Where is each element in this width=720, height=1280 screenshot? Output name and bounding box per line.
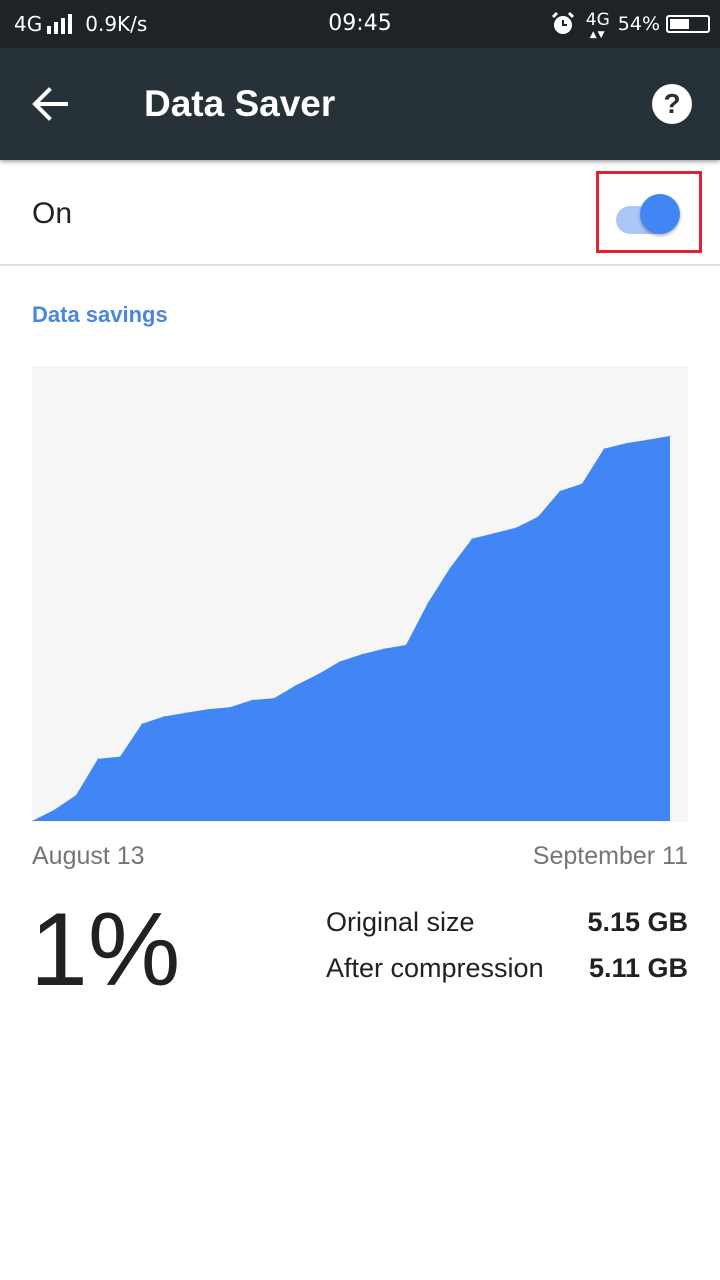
status-right: 4G ▲▼ 54%: [550, 0, 710, 48]
app-bar: Data Saver ?: [0, 48, 720, 160]
data-point-21: [493, 532, 495, 534]
svg-text:?: ?: [663, 88, 680, 119]
data-point-3: [97, 758, 99, 760]
data-point-8: [207, 708, 209, 710]
network-type-right: 4G: [585, 9, 610, 30]
battery-level: [670, 19, 689, 29]
data-point-22: [515, 527, 517, 529]
chart-end-date: September 11: [532, 842, 688, 870]
data-point-13: [317, 673, 319, 675]
data-point-27: [625, 442, 627, 444]
data-saver-switch[interactable]: [616, 194, 686, 234]
data-point-2: [75, 794, 77, 796]
data-point-11: [273, 697, 275, 699]
data-point-4: [119, 756, 121, 758]
section-title: Data savings: [32, 302, 168, 327]
data-point-14: [339, 661, 341, 662]
data-point-1: [53, 809, 55, 811]
original-size-label: Original size: [326, 907, 475, 937]
savings-percent: 1%: [30, 892, 181, 1008]
data-arrows-icon: 4G ▲▼: [585, 9, 610, 40]
back-arrow-icon[interactable]: [22, 76, 78, 132]
switch-thumb: [640, 194, 680, 234]
data-savings-chart: [32, 366, 688, 822]
toggle-label: On: [32, 197, 73, 230]
after-compression-value: 5.11 GB: [588, 953, 688, 983]
data-point-24: [559, 490, 561, 492]
alarm-icon: [551, 11, 574, 34]
data-point-5: [141, 723, 143, 725]
data-point-25: [581, 483, 583, 485]
battery-percent: 54%: [617, 13, 660, 35]
data-point-9: [229, 706, 231, 708]
data-point-28: [647, 439, 649, 441]
help-icon[interactable]: ?: [648, 80, 696, 128]
data-point-16: [383, 648, 385, 650]
data-point-12: [295, 684, 297, 686]
status-bar: 4G 0.9K/s 09:45 4G ▲▼ 54%: [0, 0, 720, 48]
original-size-value: 5.15 GB: [587, 907, 688, 937]
data-point-29: [669, 435, 671, 437]
chart-start-date: August 13: [32, 842, 145, 870]
data-point-26: [603, 448, 605, 450]
page-title: Data Saver: [144, 83, 336, 124]
data-point-15: [361, 653, 363, 655]
data-point-19: [449, 567, 451, 569]
data-point-23: [537, 516, 539, 518]
data-point-10: [251, 699, 253, 701]
after-compression-label: After compression: [326, 953, 544, 983]
data-point-6: [163, 716, 165, 717]
data-point-18: [427, 602, 429, 604]
data-point-17: [405, 644, 407, 646]
data-point-7: [185, 712, 187, 714]
data-saver-toggle-row[interactable]: On: [0, 160, 720, 266]
battery-icon: [666, 15, 710, 33]
data-point-20: [471, 538, 473, 540]
